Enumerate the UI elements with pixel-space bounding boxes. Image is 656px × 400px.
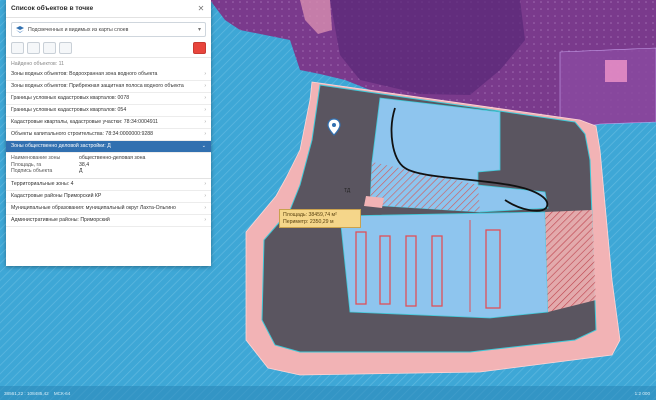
chevron-right-icon: › bbox=[204, 216, 206, 223]
chevron-down-icon: ▾ bbox=[197, 27, 201, 33]
chevron-right-icon: › bbox=[204, 71, 206, 77]
toolbar bbox=[6, 41, 211, 58]
crs-label: МСК-64 bbox=[53, 391, 71, 396]
perimeter-readout: Периметр: 2350,29 м bbox=[283, 218, 334, 225]
chevron-right-icon: › bbox=[204, 180, 206, 187]
attribute-row: Подпись объекта Д bbox=[11, 168, 83, 175]
hatched-buffer-right bbox=[545, 210, 596, 312]
objects-panel: Список объектов в точке ✕ Подсвеченных и… bbox=[6, 0, 211, 266]
chevron-right-icon: › bbox=[204, 83, 206, 89]
chevron-right-icon: › bbox=[204, 192, 206, 199]
list-item[interactable]: Границы условных кадастровых кварталов: … bbox=[6, 93, 211, 105]
export-button[interactable] bbox=[59, 42, 72, 54]
map-label: ТД bbox=[344, 188, 351, 194]
coords-readout: 38561,22 : 108485,42 МСК-64 bbox=[4, 391, 70, 396]
measure-tooltip: Площадь: 38459,74 м² Периметр: 2350,29 м bbox=[279, 209, 361, 229]
layer-select-value: Подсвеченных и видимых из карты слоев bbox=[28, 26, 129, 33]
panel-title: Список объектов в точке bbox=[11, 5, 94, 12]
scale-label: 1:2 000 bbox=[634, 391, 650, 396]
chevron-right-icon: › bbox=[204, 95, 206, 101]
list-item-active[interactable]: Зоны общественно деловой застройки: Д ⌄ bbox=[6, 141, 211, 153]
list-item[interactable]: Зоны водных объектов: Водоохранная зона … bbox=[6, 69, 211, 81]
panel-header: Список объектов в точке ✕ bbox=[6, 0, 211, 18]
list-item[interactable]: Кадастровые районы Приморский КР › bbox=[6, 191, 211, 203]
chevron-right-icon: › bbox=[204, 107, 206, 113]
list-item[interactable]: Территориальные зоны: 4 › bbox=[6, 179, 211, 191]
area-readout: Площадь: 38459,74 м² bbox=[283, 212, 337, 218]
close-icon[interactable]: ✕ bbox=[196, 4, 206, 14]
attribute-row: Площадь, га 38,4 bbox=[11, 161, 90, 168]
hatched-small bbox=[364, 196, 384, 208]
list-item[interactable]: Границы условных кадастровых кварталов: … bbox=[6, 105, 211, 117]
coordinates: 38561,22 : 108485,42 bbox=[4, 391, 49, 396]
found-count: Найдено объектов: 11 bbox=[11, 61, 64, 67]
list-item[interactable]: Зоны водных объектов: Прибрежная защитна… bbox=[6, 81, 211, 93]
grid-view-button[interactable] bbox=[27, 42, 40, 54]
chevron-down-icon: ⌄ bbox=[201, 143, 206, 149]
list-item[interactable]: Кадастровые кварталы, кадастровые участк… bbox=[6, 117, 211, 129]
chevron-right-icon: › bbox=[204, 131, 206, 137]
list-view-button[interactable] bbox=[11, 42, 24, 54]
chevron-right-icon: › bbox=[204, 204, 206, 211]
attributes-table: Наименование зоны общественно-деловая зо… bbox=[6, 153, 211, 179]
scale-readout: 1:2 000 bbox=[635, 391, 650, 396]
chevron-right-icon: › bbox=[204, 119, 206, 125]
pdf-export-button[interactable] bbox=[193, 42, 206, 54]
list-item[interactable]: Муниципальные образования: муниципальный… bbox=[6, 203, 211, 215]
small-block bbox=[605, 60, 627, 82]
layers-icon bbox=[16, 26, 24, 33]
attribute-row: Наименование зоны общественно-деловая зо… bbox=[11, 155, 146, 161]
layer-select[interactable]: Подсвеченных и видимых из карты слоев ▾ bbox=[11, 22, 206, 37]
status-bar bbox=[0, 386, 656, 400]
list-item[interactable]: Объекты капитального строительства: 78:3… bbox=[6, 129, 211, 141]
table-view-button[interactable] bbox=[43, 42, 56, 54]
inner-area-south bbox=[339, 211, 549, 319]
list-item[interactable]: Административные районы: Приморский › bbox=[6, 215, 211, 227]
